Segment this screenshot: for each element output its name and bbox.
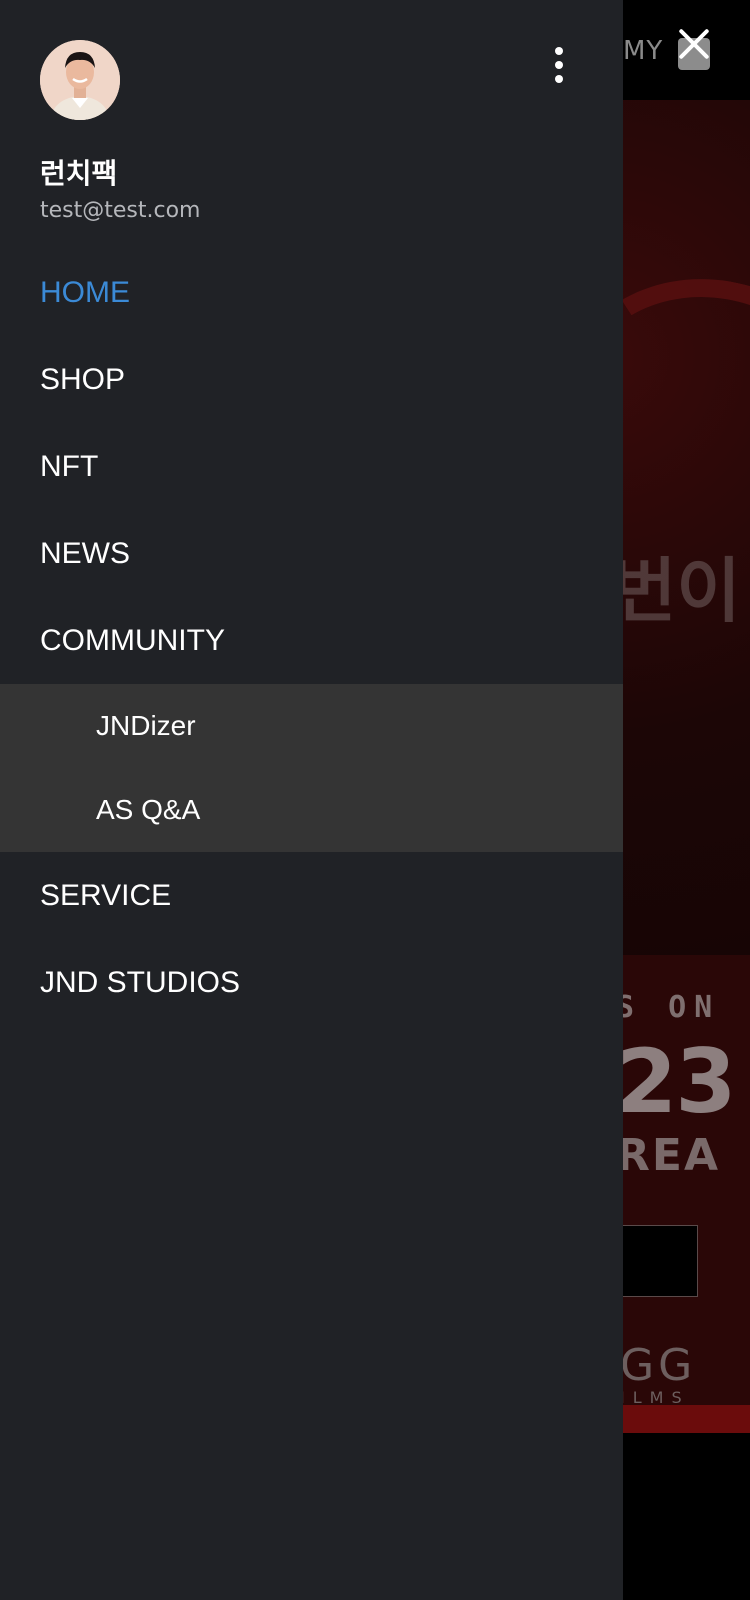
- poster-line-2: 23: [616, 1030, 736, 1133]
- nav-item-jnd-studios[interactable]: JND STUDIOS: [0, 939, 623, 1026]
- hero-text: 번이: [612, 550, 741, 632]
- community-submenu: JNDizer AS Q&A: [0, 684, 623, 852]
- subnav-item-jndizer[interactable]: JNDizer: [0, 684, 623, 768]
- poster-edge: [620, 1405, 750, 1433]
- poster-line-3: REA: [616, 1130, 720, 1181]
- nav-item-home[interactable]: HOME: [0, 249, 623, 336]
- avatar[interactable]: [40, 40, 120, 120]
- nav-item-news[interactable]: NEWS: [0, 510, 623, 597]
- drawer-nav: HOME SHOP NFT NEWS COMMUNITY JNDizer AS …: [0, 249, 623, 1026]
- close-icon[interactable]: [672, 22, 716, 66]
- nav-item-nft[interactable]: NFT: [0, 423, 623, 510]
- poster-logo: GG: [620, 1340, 697, 1391]
- more-vertical-icon[interactable]: [548, 45, 570, 85]
- my-link[interactable]: MY: [623, 36, 663, 66]
- nav-item-community[interactable]: COMMUNITY: [0, 597, 623, 684]
- user-email: test@test.com: [40, 198, 201, 223]
- subnav-item-as-qna[interactable]: AS Q&A: [0, 768, 623, 852]
- navigation-drawer: 런치팩 test@test.com HOME SHOP NFT NEWS COM…: [0, 0, 623, 1600]
- user-name: 런치팩: [40, 157, 118, 190]
- poster-line-1: S ON: [616, 990, 721, 1025]
- nav-item-service[interactable]: SERVICE: [0, 852, 623, 939]
- nav-item-shop[interactable]: SHOP: [0, 336, 623, 423]
